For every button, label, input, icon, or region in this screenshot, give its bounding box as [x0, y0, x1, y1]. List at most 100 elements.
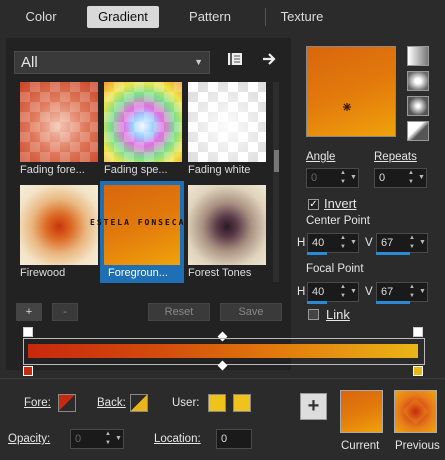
spin-arrows-icon[interactable]: ▲ ▼	[407, 234, 417, 252]
chevron-down-icon[interactable]: ▼	[349, 234, 358, 252]
preset-fading-foreground[interactable]: Fading fore...	[20, 82, 98, 176]
spin-arrows-icon[interactable]: ▲ ▼	[338, 169, 348, 187]
watermark-text: ESTELA FONSECA	[90, 218, 186, 227]
user-label: User:	[172, 397, 200, 409]
category-dropdown[interactable]: All ▼	[14, 51, 210, 74]
link-checkbox[interactable]	[308, 309, 319, 320]
fore-label: Fore:	[24, 397, 51, 409]
opacity-stop-right[interactable]	[413, 327, 423, 337]
linear-style-button[interactable]	[407, 46, 429, 66]
previous-swatch-diamond	[402, 398, 429, 425]
center-h-input[interactable]: 40 ▲ ▼ ▼	[307, 233, 359, 253]
back-label-text: Back:	[97, 397, 126, 409]
invert-label-text: Invert	[324, 196, 357, 211]
preset-fading-spectrum[interactable]: Fading spe...	[104, 82, 182, 176]
location-value: 0	[221, 433, 228, 445]
preset-label: Fading spe...	[104, 164, 168, 176]
preset-scrollbar[interactable]	[273, 82, 279, 282]
opacity-input[interactable]: 0 ▲ ▼ ▼	[70, 429, 124, 449]
focal-v-input[interactable]: 67 ▲ ▼ ▼	[376, 282, 428, 302]
preset-thumbnail	[188, 185, 266, 265]
focal-h-slider[interactable]	[307, 301, 327, 304]
focal-v-label: V	[365, 286, 373, 298]
preset-scrollbar-thumb[interactable]	[274, 150, 279, 172]
preset-forest-tones[interactable]: Forest Tones	[188, 185, 266, 279]
reset-button[interactable]: Reset	[148, 303, 210, 321]
back-color-swatch[interactable]	[130, 394, 148, 412]
focal-h-label: H	[297, 286, 306, 298]
spin-arrows-icon[interactable]: ▲ ▼	[338, 234, 348, 252]
repeats-label: Repeats	[374, 151, 417, 163]
save-button[interactable]: Save	[220, 303, 282, 321]
focal-v-slider[interactable]	[376, 301, 410, 304]
preset-firewood[interactable]: Firewood	[20, 185, 98, 279]
center-h-slider[interactable]	[307, 252, 327, 255]
library-icon[interactable]	[227, 52, 243, 66]
angle-label: Angle	[306, 151, 335, 163]
focal-h-value: 40	[312, 286, 325, 298]
tab-gradient[interactable]: Gradient	[87, 6, 159, 28]
tab-color[interactable]: Color	[6, 6, 76, 28]
location-input[interactable]: 0	[216, 429, 252, 449]
spin-arrows-icon[interactable]: ▲ ▼	[407, 283, 417, 301]
preset-label: Foregroun...	[108, 267, 168, 279]
arrow-right-icon[interactable]	[262, 52, 278, 66]
invert-label: Invert	[324, 196, 357, 211]
spin-arrows-icon[interactable]: ▲ ▼	[338, 283, 348, 301]
focal-h-input[interactable]: 40 ▲ ▼ ▼	[307, 282, 359, 302]
sunburst-style-button[interactable]	[407, 96, 429, 116]
back-label: Back:	[97, 397, 126, 409]
tab-texture[interactable]: Texture	[267, 6, 337, 28]
repeats-input[interactable]: 0 ▲ ▼ ▼	[374, 168, 427, 188]
chevron-down-icon[interactable]: ▼	[418, 283, 427, 301]
chevron-down-icon[interactable]: ▼	[417, 169, 426, 187]
center-v-slider[interactable]	[376, 252, 410, 255]
angle-input[interactable]: 0 ▲ ▼ ▼	[306, 168, 359, 188]
previous-label: Previous	[395, 440, 440, 452]
radial-style-button[interactable]	[407, 121, 429, 141]
opacity-label-text: Opacity:	[8, 433, 51, 445]
fore-label-text: Fore:	[24, 397, 51, 409]
tab-pattern[interactable]: Pattern	[168, 6, 252, 28]
add-preset-button[interactable]: +	[16, 303, 42, 321]
repeats-label-text: Repeats	[374, 151, 417, 163]
preset-label: Fading fore...	[20, 164, 85, 176]
user-color-swatch-1[interactable]	[208, 394, 226, 412]
opacity-stop-left[interactable]	[23, 327, 33, 337]
preset-thumbnail	[104, 82, 182, 162]
gradient-preview[interactable]	[306, 46, 396, 137]
chevron-down-icon[interactable]: ▼	[418, 234, 427, 252]
current-label: Current	[341, 440, 380, 452]
previous-swatch[interactable]	[394, 390, 437, 433]
center-v-label: V	[365, 237, 373, 249]
focal-point-label: Focal Point	[306, 263, 364, 275]
chevron-down-icon[interactable]: ▼	[349, 283, 358, 301]
chevron-down-icon[interactable]: ▼	[114, 430, 123, 448]
center-v-input[interactable]: 67 ▲ ▼ ▼	[376, 233, 428, 253]
user-color-swatch-2[interactable]	[233, 394, 251, 412]
preset-thumbnail	[20, 185, 98, 265]
spin-arrows-icon[interactable]: ▲ ▼	[103, 430, 113, 448]
rectangular-style-button[interactable]	[407, 71, 429, 91]
chevron-down-icon[interactable]: ▼	[349, 169, 358, 187]
spin-arrows-icon[interactable]: ▲ ▼	[406, 169, 416, 187]
preset-label: Firewood	[20, 267, 66, 279]
location-label: Location:	[154, 433, 201, 445]
preset-foreground-selected[interactable]: Foregroun...	[100, 181, 184, 283]
gradient-editor-bar[interactable]	[28, 344, 418, 358]
center-point-icon	[343, 103, 351, 111]
preset-label: Forest Tones	[188, 267, 252, 279]
current-swatch[interactable]	[340, 390, 383, 433]
angle-label-text: Angle	[306, 151, 336, 163]
color-stop-left[interactable]	[23, 366, 33, 376]
preset-fading-white[interactable]: Fading white	[188, 82, 266, 176]
center-h-value: 40	[312, 237, 325, 249]
fore-color-swatch[interactable]	[58, 394, 76, 412]
focal-v-value: 67	[381, 286, 394, 298]
center-v-value: 67	[381, 237, 394, 249]
link-label: Link	[326, 307, 350, 322]
color-stop-right[interactable]	[413, 366, 423, 376]
invert-checkbox[interactable]: ✓	[308, 199, 319, 210]
remove-preset-button[interactable]: -	[52, 303, 78, 321]
add-to-swatches-button[interactable]: +	[300, 393, 327, 420]
